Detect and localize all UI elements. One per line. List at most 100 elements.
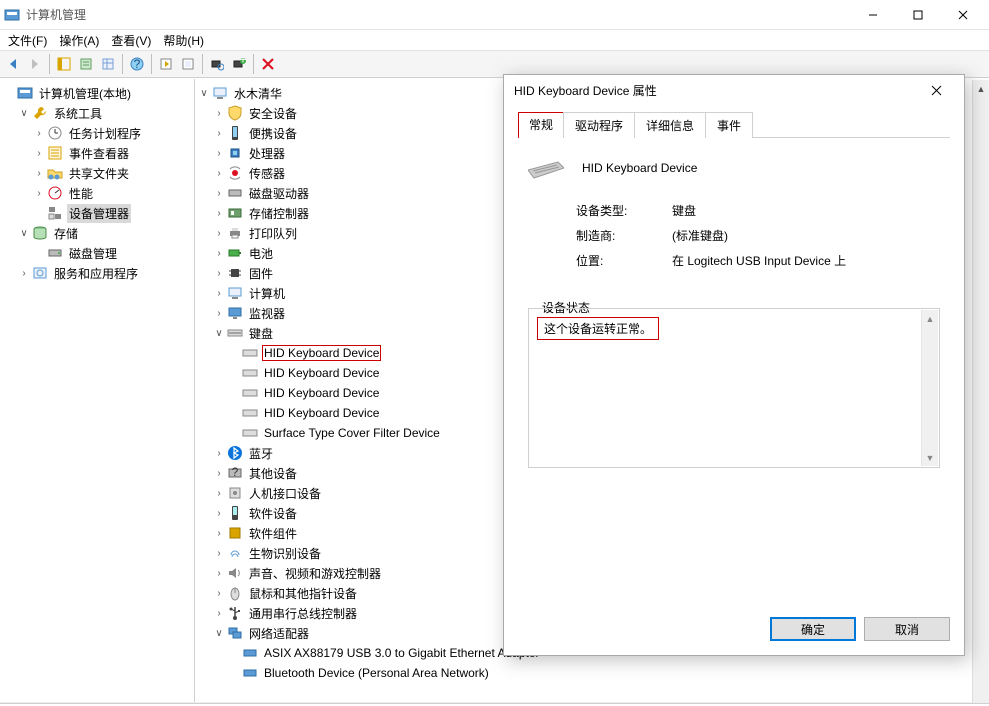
ok-button[interactable]: 确定 [770, 617, 856, 641]
menu-view[interactable]: 查看(V) [105, 30, 157, 51]
right-scrollbar[interactable]: ▲ [972, 80, 989, 703]
add-legacy-button[interactable]: + [228, 53, 250, 75]
expander-icon[interactable]: › [212, 546, 226, 560]
menu-action[interactable]: 操作(A) [53, 30, 105, 51]
expander-open-icon[interactable]: ∨ [212, 326, 226, 340]
expander-icon[interactable]: › [32, 126, 46, 140]
expander-icon[interactable]: › [212, 286, 226, 300]
storage-icon [32, 225, 48, 241]
tab-general-content: HID Keyboard Device 设备类型:键盘 制造商:(标准键盘) 位… [518, 138, 950, 478]
menu-help[interactable]: 帮助(H) [157, 30, 210, 51]
keyboard-icon [242, 385, 258, 401]
cancel-button[interactable]: 取消 [864, 617, 950, 641]
tree-shared-folders[interactable]: › 共享文件夹 [2, 163, 194, 183]
expander-icon[interactable]: › [212, 126, 226, 140]
tree-root[interactable]: 计算机管理(本地) [2, 83, 194, 103]
tree-performance[interactable]: › 性能 [2, 183, 194, 203]
expander-icon[interactable]: › [212, 486, 226, 500]
svg-text:?: ? [134, 57, 141, 71]
expander-icon[interactable]: › [212, 186, 226, 200]
dev-net-btpan[interactable]: Bluetooth Device (Personal Area Network) [197, 663, 989, 683]
expander-icon[interactable]: › [212, 566, 226, 580]
services-icon [32, 265, 48, 281]
software-device-icon [227, 505, 243, 521]
delete-button[interactable] [257, 53, 279, 75]
tree-device-manager[interactable]: 设备管理器 [2, 203, 194, 223]
maximize-button[interactable] [895, 1, 940, 29]
expander-open-icon[interactable]: ∨ [17, 226, 31, 240]
tab-driver[interactable]: 驱动程序 [563, 112, 635, 138]
close-button[interactable] [940, 1, 985, 29]
expander-icon[interactable]: › [212, 446, 226, 460]
tab-general[interactable]: 常规 [518, 112, 564, 138]
window-controls [850, 1, 985, 29]
menubar: 文件(F) 操作(A) 查看(V) 帮助(H) [0, 30, 989, 50]
expander-icon[interactable]: › [212, 466, 226, 480]
component-icon [227, 525, 243, 541]
speaker-icon [227, 565, 243, 581]
type-label: 设备类型: [576, 202, 672, 219]
monitor-icon [227, 305, 243, 321]
tab-events[interactable]: 事件 [705, 112, 753, 138]
dialog-close-button[interactable] [918, 76, 954, 104]
expander-icon[interactable]: › [212, 166, 226, 180]
expander-icon[interactable]: › [32, 186, 46, 200]
left-tree-pane[interactable]: 计算机管理(本地) ∨ 系统工具 › 任务计划程序 › 事件查看器 › 共享文件… [0, 79, 195, 702]
status-scrollbar[interactable]: ▲▼ [921, 310, 938, 466]
tree-systools[interactable]: ∨ 系统工具 [2, 103, 194, 123]
expander-icon[interactable]: › [212, 266, 226, 280]
expander-icon[interactable]: › [212, 146, 226, 160]
keyboard-icon [242, 405, 258, 421]
expander-icon[interactable] [2, 86, 16, 100]
tree-task-scheduler[interactable]: › 任务计划程序 [2, 123, 194, 143]
keyboard-icon [242, 345, 258, 361]
app-icon [4, 7, 20, 23]
expander-icon[interactable]: › [212, 306, 226, 320]
tree-storage[interactable]: ∨ 存储 [2, 223, 194, 243]
status-textbox[interactable]: 这个设备运转正常。 ▲▼ [528, 308, 940, 468]
expander-icon[interactable]: › [212, 526, 226, 540]
dialog-titlebar: HID Keyboard Device 属性 [504, 75, 964, 105]
expander-icon[interactable]: › [32, 166, 46, 180]
tree-view-button[interactable] [97, 53, 119, 75]
expander-open-icon[interactable]: ∨ [17, 106, 31, 120]
expander-icon[interactable]: › [212, 586, 226, 600]
expander-icon[interactable]: › [212, 206, 226, 220]
expander-icon[interactable]: › [212, 226, 226, 240]
update-button[interactable] [155, 53, 177, 75]
properties-dialog: HID Keyboard Device 属性 常规 驱动程序 详细信息 事件 H… [503, 74, 965, 656]
back-button[interactable] [2, 53, 24, 75]
expander-open-icon[interactable]: ∨ [197, 86, 211, 100]
expander-icon[interactable]: › [212, 106, 226, 120]
expander-icon[interactable]: › [32, 146, 46, 160]
forward-button[interactable] [24, 53, 46, 75]
network-icon [227, 625, 243, 641]
expander-open-icon[interactable]: ∨ [212, 626, 226, 640]
minimize-button[interactable] [850, 1, 895, 29]
menu-file[interactable]: 文件(F) [2, 30, 53, 51]
expander-icon[interactable]: › [212, 246, 226, 260]
status-text: 这个设备运转正常。 [537, 317, 659, 340]
tree-services-apps[interactable]: › 服务和应用程序 [2, 263, 194, 283]
dialog-title: HID Keyboard Device 属性 [514, 82, 918, 99]
expander-icon[interactable]: › [212, 506, 226, 520]
cpu-icon [227, 145, 243, 161]
tree-disk-management[interactable]: 磁盘管理 [2, 243, 194, 263]
phone-icon [227, 125, 243, 141]
uninstall-button[interactable] [177, 53, 199, 75]
help-button[interactable]: ? [126, 53, 148, 75]
scroll-up-icon[interactable]: ▲ [973, 80, 989, 97]
printer-icon [227, 225, 243, 241]
tree-event-viewer[interactable]: › 事件查看器 [2, 143, 194, 163]
event-log-icon [47, 145, 63, 161]
tab-details[interactable]: 详细信息 [634, 112, 706, 138]
expander-icon[interactable]: › [212, 606, 226, 620]
device-name-label: HID Keyboard Device [582, 161, 697, 175]
expander-icon[interactable]: › [17, 266, 31, 280]
scan-hardware-button[interactable] [206, 53, 228, 75]
mfr-label: 制造商: [576, 227, 672, 244]
controller-icon [227, 205, 243, 221]
show-hide-tree-button[interactable] [53, 53, 75, 75]
properties-button[interactable] [75, 53, 97, 75]
chip-icon [227, 265, 243, 281]
